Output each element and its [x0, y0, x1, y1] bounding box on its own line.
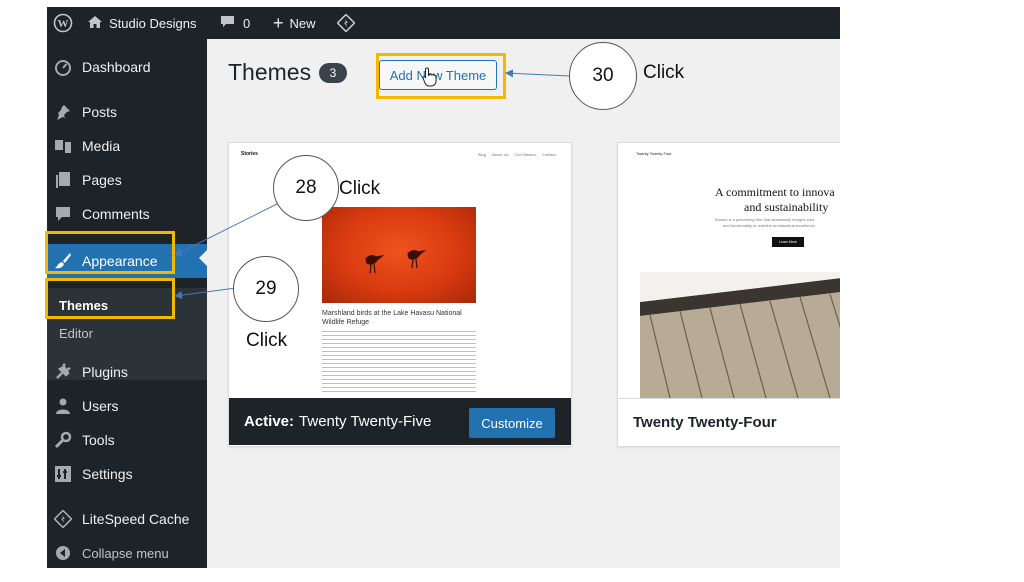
arrow-28	[174, 202, 280, 256]
step-30-label: Click	[643, 62, 685, 83]
arrow-29	[174, 287, 237, 300]
annotation-arrows	[174, 69, 571, 300]
step-29-label: Click	[246, 330, 288, 351]
arrow-30	[505, 69, 571, 78]
step-30-circle: 30	[569, 42, 637, 110]
step-28-label: Click	[339, 178, 381, 199]
step-29-circle: 29	[233, 256, 299, 322]
step-28-circle: 28	[273, 155, 339, 221]
